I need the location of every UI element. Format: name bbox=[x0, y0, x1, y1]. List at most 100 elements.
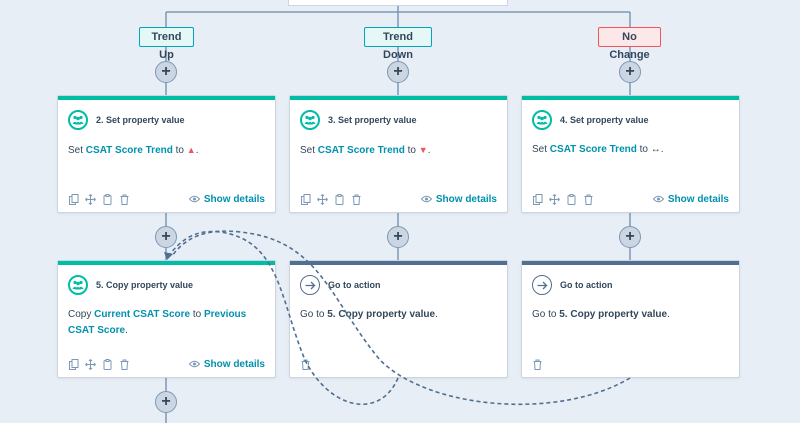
plus-icon: + bbox=[625, 228, 635, 245]
card-description: Go to 5. Copy property value. bbox=[522, 297, 739, 323]
parent-branch-node[interactable] bbox=[288, 0, 508, 6]
move-icon[interactable] bbox=[549, 193, 560, 205]
card-footer bbox=[522, 351, 739, 377]
property-token[interactable]: CSAT Score Trend bbox=[86, 145, 173, 156]
branch-label-trend-down[interactable]: Trend Down bbox=[364, 27, 432, 61]
text-suffix: . bbox=[660, 144, 664, 155]
card-footer: Show details bbox=[58, 186, 275, 212]
card-footer bbox=[290, 351, 507, 377]
text-middle: to bbox=[636, 144, 651, 155]
add-action-button[interactable]: + bbox=[387, 226, 409, 248]
card-footer: Show details bbox=[290, 186, 507, 212]
eye-icon bbox=[188, 360, 200, 368]
card-title: Go to action bbox=[560, 280, 613, 290]
text-prefix: Set bbox=[300, 145, 318, 156]
crm-object-icon bbox=[68, 110, 88, 130]
add-action-button[interactable]: + bbox=[619, 226, 641, 248]
goto-target: 5. Copy property value bbox=[327, 309, 436, 320]
text-middle: to bbox=[404, 145, 419, 156]
clone-icon[interactable] bbox=[102, 358, 113, 370]
action-card-copy-property-5[interactable]: 5. Copy property value Copy Current CSAT… bbox=[57, 260, 276, 378]
goto-action-card[interactable]: Go to action Go to 5. Copy property valu… bbox=[521, 260, 740, 378]
crm-object-icon bbox=[532, 110, 552, 130]
text-suffix: . bbox=[427, 145, 431, 156]
plus-icon: + bbox=[161, 393, 171, 410]
clone-icon[interactable] bbox=[334, 193, 345, 205]
text-suffix: . bbox=[667, 309, 670, 320]
show-details-link[interactable]: Show details bbox=[420, 193, 497, 205]
card-description: Copy Current CSAT Score to Previous CSAT… bbox=[58, 297, 275, 339]
eye-icon bbox=[188, 195, 200, 203]
eye-icon bbox=[652, 195, 664, 203]
text-suffix: . bbox=[195, 145, 199, 156]
delete-icon[interactable] bbox=[300, 359, 311, 370]
copy-icon[interactable] bbox=[68, 358, 79, 370]
goto-action-card[interactable]: Go to action Go to 5. Copy property valu… bbox=[289, 260, 508, 378]
show-details-link[interactable]: Show details bbox=[652, 193, 729, 205]
delete-icon[interactable] bbox=[119, 359, 130, 370]
show-details-label: Show details bbox=[435, 193, 497, 205]
trend-down-arrow-icon: ▼ bbox=[418, 145, 428, 155]
crm-object-icon bbox=[300, 110, 320, 130]
branch-label-no-change[interactable]: No Change bbox=[598, 27, 661, 61]
add-action-button[interactable]: + bbox=[155, 226, 177, 248]
plus-icon: + bbox=[161, 63, 171, 80]
text-middle: to bbox=[190, 309, 204, 320]
card-footer: Show details bbox=[522, 186, 739, 212]
plus-icon: + bbox=[393, 63, 403, 80]
eye-icon bbox=[420, 195, 432, 203]
delete-icon[interactable] bbox=[351, 194, 362, 205]
action-card-set-property-4[interactable]: 4. Set property value Set CSAT Score Tre… bbox=[521, 95, 740, 213]
clone-icon[interactable] bbox=[102, 193, 113, 205]
action-card-set-property-3[interactable]: 3. Set property value Set CSAT Score Tre… bbox=[289, 95, 508, 213]
card-title: 4. Set property value bbox=[560, 115, 649, 125]
card-title: 2. Set property value bbox=[96, 115, 185, 125]
text-suffix: . bbox=[125, 325, 128, 336]
card-title: Go to action bbox=[328, 280, 381, 290]
clone-icon[interactable] bbox=[566, 193, 577, 205]
move-icon[interactable] bbox=[317, 193, 328, 205]
action-card-set-property-2[interactable]: 2. Set property value Set CSAT Score Tre… bbox=[57, 95, 276, 213]
card-description: Set CSAT Score Trend to ▲. bbox=[58, 132, 275, 159]
move-icon[interactable] bbox=[85, 193, 96, 205]
delete-icon[interactable] bbox=[583, 194, 594, 205]
text-prefix: Go to bbox=[532, 309, 560, 320]
branch-label-trend-up[interactable]: Trend Up bbox=[139, 27, 194, 61]
show-details-link[interactable]: Show details bbox=[188, 358, 265, 370]
show-details-label: Show details bbox=[667, 193, 729, 205]
card-description: Set CSAT Score Trend to ↔. bbox=[522, 132, 739, 158]
text-prefix: Set bbox=[68, 145, 86, 156]
property-token[interactable]: CSAT Score Trend bbox=[318, 145, 405, 156]
goto-target: 5. Copy property value bbox=[559, 309, 668, 320]
source-property-token[interactable]: Current CSAT Score bbox=[94, 309, 190, 320]
copy-icon[interactable] bbox=[68, 193, 79, 205]
move-icon[interactable] bbox=[85, 358, 96, 370]
add-action-button[interactable]: + bbox=[387, 61, 409, 83]
text-suffix: . bbox=[435, 309, 438, 320]
text-middle: to bbox=[172, 145, 187, 156]
card-title: 5. Copy property value bbox=[96, 280, 194, 290]
card-title: 3. Set property value bbox=[328, 115, 417, 125]
plus-icon: + bbox=[393, 228, 403, 245]
arrow-right-icon bbox=[300, 275, 320, 295]
card-description: Go to 5. Copy property value. bbox=[290, 297, 507, 323]
show-details-label: Show details bbox=[203, 193, 265, 205]
delete-icon[interactable] bbox=[532, 359, 543, 370]
text-prefix: Copy bbox=[68, 309, 95, 320]
plus-icon: + bbox=[625, 63, 635, 80]
crm-object-icon bbox=[68, 275, 88, 295]
show-details-link[interactable]: Show details bbox=[188, 193, 265, 205]
add-action-button[interactable]: + bbox=[155, 61, 177, 83]
card-footer: Show details bbox=[58, 351, 275, 377]
trend-up-arrow-icon: ▲ bbox=[186, 145, 196, 155]
text-prefix: Go to bbox=[300, 309, 328, 320]
copy-icon[interactable] bbox=[532, 193, 543, 205]
add-action-button[interactable]: + bbox=[155, 391, 177, 413]
add-action-button[interactable]: + bbox=[619, 61, 641, 83]
workflow-canvas[interactable]: Trend Up Trend Down No Change + + + + + … bbox=[0, 0, 800, 423]
property-token[interactable]: CSAT Score Trend bbox=[550, 144, 637, 155]
show-details-label: Show details bbox=[203, 358, 265, 370]
copy-icon[interactable] bbox=[300, 193, 311, 205]
delete-icon[interactable] bbox=[119, 194, 130, 205]
arrow-right-icon bbox=[532, 275, 552, 295]
